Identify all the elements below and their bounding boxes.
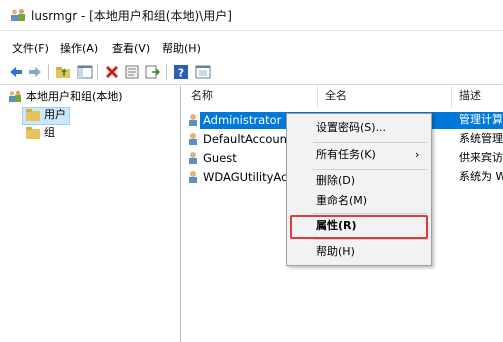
row-description: 管理计算: [459, 113, 503, 126]
menu-item-delete[interactable]: 删除(D): [287, 171, 431, 191]
user-icon: [189, 114, 197, 126]
menu-item-label: 帮助(H): [316, 245, 355, 258]
menu-item-set-password[interactable]: 设置密码(S)...: [287, 118, 431, 138]
tree-item-groups[interactable]: 组: [44, 124, 55, 142]
menu-item-label: 属性(R): [316, 219, 357, 232]
column-header-name[interactable]: 名称: [191, 86, 213, 106]
menu-item-label: 删除(D): [316, 174, 356, 187]
menu-bar: 文件(F) 操作(A) 查看(V) 帮助(H): [0, 40, 503, 58]
folder-icon: [26, 109, 40, 121]
user-icon: [189, 171, 197, 183]
show-hide-tree-icon[interactable]: [77, 64, 93, 80]
back-arrow-icon[interactable]: [8, 64, 24, 80]
user-icon: [189, 133, 197, 145]
forward-arrow-icon[interactable]: [27, 64, 43, 80]
svg-text:?: ?: [178, 67, 184, 80]
row-name: Administrator: [203, 113, 282, 127]
tree-item-users[interactable]: 用户: [44, 106, 66, 124]
menu-item-all-tasks[interactable]: 所有任务(K) ›: [287, 145, 431, 165]
column-header-description[interactable]: 描述: [459, 86, 481, 106]
export-list-icon[interactable]: [144, 64, 160, 80]
menu-item-rename[interactable]: 重命名(M): [287, 191, 431, 211]
tree-pane: 本地用户和组(本地) 用户 组: [0, 86, 181, 342]
menu-item-properties[interactable]: 属性(R): [287, 216, 431, 236]
menu-item-label: 设置密码(S)...: [316, 121, 387, 134]
menu-item-help[interactable]: 帮助(H): [287, 242, 431, 262]
menu-item-label: 所有任务(K): [316, 148, 376, 161]
menu-view[interactable]: 查看(V): [112, 40, 150, 58]
column-header-fullname[interactable]: 全名: [325, 86, 347, 106]
context-menu: 设置密码(S)... 所有任务(K) › 删除(D) 重命名(M) 属性(R) …: [286, 113, 432, 266]
folder-icon: [26, 127, 40, 139]
row-name: Guest: [203, 151, 237, 165]
delete-icon[interactable]: [104, 64, 120, 80]
title-bar: lusrmgr - [本地用户和组(本地)\用户]: [0, 0, 503, 31]
properties-sheet-icon[interactable]: [124, 64, 140, 80]
row-description: 系统为 W: [459, 170, 503, 183]
row-name: WDAGUtilityAcc: [203, 170, 294, 184]
toolbar: ?: [0, 60, 503, 85]
users-app-icon: [11, 9, 25, 21]
menu-action[interactable]: 操作(A): [60, 40, 98, 58]
menu-file[interactable]: 文件(F): [12, 40, 49, 58]
menu-help[interactable]: 帮助(H): [162, 40, 201, 58]
menu-item-label: 重命名(M): [316, 194, 368, 207]
row-description: 系统管理: [459, 132, 503, 145]
row-name: DefaultAccount: [203, 132, 292, 146]
view-icon[interactable]: [195, 64, 211, 80]
help-icon[interactable]: ?: [173, 64, 189, 80]
submenu-arrow-icon: ›: [415, 148, 420, 161]
row-description: 供来宾访: [459, 151, 503, 164]
local-users-groups-icon: [9, 90, 21, 102]
window-title: lusrmgr - [本地用户和组(本地)\用户]: [31, 9, 232, 23]
up-folder-icon[interactable]: [55, 64, 71, 80]
tree-root-label[interactable]: 本地用户和组(本地): [26, 88, 123, 106]
user-icon: [189, 152, 197, 164]
